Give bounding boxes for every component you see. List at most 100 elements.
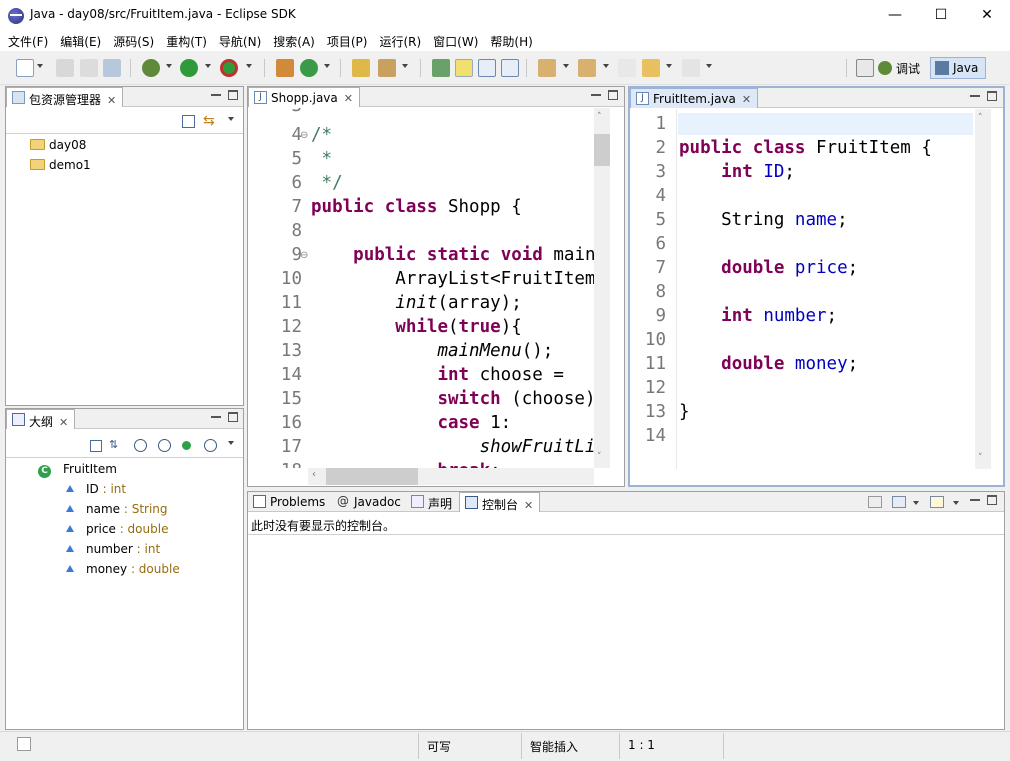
tab-console[interactable]: 控制台 ✕ <box>459 492 541 512</box>
maximize-icon[interactable] <box>608 90 618 100</box>
scroll-thumb[interactable] <box>326 468 418 485</box>
close-tab-icon[interactable]: ✕ <box>524 499 533 512</box>
tab-shopp-java[interactable]: J Shopp.java ✕ <box>248 87 360 107</box>
close-tab-icon[interactable]: ✕ <box>107 94 116 107</box>
menu-search[interactable]: 搜索(A) <box>267 31 321 51</box>
run-coverage-icon[interactable] <box>220 59 238 77</box>
tab-declaration[interactable]: 声明 <box>406 492 458 512</box>
horizontal-scrollbar[interactable]: ‹ <box>308 468 594 485</box>
menu-run[interactable]: 运行(R) <box>373 31 427 51</box>
menu-window[interactable]: 窗口(W) <box>427 31 484 51</box>
back-icon[interactable] <box>642 59 660 77</box>
next-annotation-dropdown-icon[interactable] <box>563 64 569 68</box>
project-demo1[interactable]: demo1 <box>30 158 91 172</box>
maximize-icon[interactable] <box>228 412 238 422</box>
scroll-down-icon[interactable]: ˅ <box>978 453 983 463</box>
sort-icon[interactable]: ⇅ <box>109 438 118 451</box>
menu-file[interactable]: 文件(F) <box>2 31 54 51</box>
scroll-left-icon[interactable]: ‹ <box>312 469 316 480</box>
new-java-package-icon[interactable] <box>276 59 294 77</box>
toggle-breadcrumb-icon[interactable] <box>432 59 450 77</box>
tab-fruititem-java[interactable]: J FruitItem.java ✕ <box>630 88 759 108</box>
view-menu-icon[interactable] <box>228 441 234 445</box>
back-dropdown-icon[interactable] <box>666 64 672 68</box>
minimize-button[interactable]: — <box>872 0 918 31</box>
menu-help[interactable]: 帮助(H) <box>484 31 538 51</box>
forward-dropdown-icon[interactable] <box>706 64 712 68</box>
tab-javadoc[interactable]: @ Javadoc <box>332 492 407 512</box>
next-annotation-icon[interactable] <box>538 59 556 77</box>
search-dropdown-icon[interactable] <box>402 64 408 68</box>
project-day08[interactable]: day08 <box>30 138 86 152</box>
outline-class-fruititem[interactable]: C FruitItem <box>38 462 117 478</box>
previous-annotation-dropdown-icon[interactable] <box>603 64 609 68</box>
new-icon[interactable] <box>16 59 34 77</box>
mark-occurrences-icon[interactable] <box>455 59 473 77</box>
forward-icon[interactable] <box>682 59 700 77</box>
save-icon[interactable] <box>56 59 74 77</box>
tab-problems[interactable]: Problems <box>248 492 331 512</box>
vertical-scrollbar[interactable]: ˄ ˅ <box>594 108 610 468</box>
scroll-thumb[interactable] <box>594 134 610 166</box>
coverage-dropdown-icon[interactable] <box>246 64 252 68</box>
new-dropdown-icon[interactable] <box>37 64 43 68</box>
close-tab-icon[interactable]: ✕ <box>344 92 353 105</box>
hide-non-public-icon[interactable] <box>182 441 191 450</box>
menu-refactor[interactable]: 重构(T) <box>160 31 213 51</box>
debug-perspective-button[interactable]: 调试 <box>878 59 920 77</box>
minimize-icon[interactable] <box>211 90 221 96</box>
collapse-all-icon[interactable] <box>90 440 102 452</box>
fold-icon[interactable]: ⊖ <box>300 250 308 261</box>
fold-icon[interactable]: ⊖ <box>300 130 308 141</box>
scroll-down-icon[interactable]: ˅ <box>597 452 602 462</box>
save-all-icon[interactable] <box>80 59 98 77</box>
show-whitespace-icon[interactable] <box>501 59 519 77</box>
outline-field[interactable]: ID : int <box>66 482 126 496</box>
maximize-button[interactable]: ☐ <box>918 0 964 31</box>
open-console-dropdown-icon[interactable] <box>953 501 959 505</box>
minimize-icon[interactable] <box>591 90 601 96</box>
menu-source[interactable]: 源码(S) <box>107 31 160 51</box>
display-console-icon[interactable] <box>892 496 906 508</box>
debug-dropdown-icon[interactable] <box>166 64 172 68</box>
hide-fields-icon[interactable] <box>134 439 147 452</box>
minimize-icon[interactable] <box>211 412 221 418</box>
minimize-icon[interactable] <box>970 91 980 97</box>
view-menu-icon[interactable] <box>228 117 234 121</box>
hide-static-icon[interactable] <box>158 439 171 452</box>
scroll-up-icon[interactable]: ˄ <box>978 113 983 123</box>
link-with-editor-icon[interactable]: ⇆ <box>203 114 218 129</box>
close-tab-icon[interactable]: ✕ <box>742 93 751 106</box>
print-icon[interactable] <box>103 59 121 77</box>
vertical-scrollbar[interactable]: ˄ ˅ <box>973 109 1003 485</box>
scroll-up-icon[interactable]: ˄ <box>597 112 602 122</box>
close-tab-icon[interactable]: ✕ <box>59 416 68 429</box>
new-java-class-icon[interactable] <box>300 59 318 77</box>
scroll-track[interactable] <box>975 109 991 469</box>
fruititem-code-area[interactable]: 1 2 3 4 5 6 7 8 9 10 11 12 13 14 public … <box>630 109 973 469</box>
tab-outline[interactable]: 大纲 ✕ <box>6 409 76 429</box>
minimize-icon[interactable] <box>970 495 980 501</box>
display-console-dropdown-icon[interactable] <box>913 501 919 505</box>
run-icon[interactable] <box>180 59 198 77</box>
outline-field[interactable]: price : double <box>66 522 168 536</box>
java-perspective-button[interactable]: Java <box>930 57 986 79</box>
outline-field[interactable]: number : int <box>66 542 160 556</box>
maximize-icon[interactable] <box>228 90 238 100</box>
debug-icon[interactable] <box>142 59 160 77</box>
fast-view-icon[interactable] <box>17 737 31 751</box>
menu-edit[interactable]: 编辑(E) <box>54 31 107 51</box>
collapse-all-icon[interactable] <box>182 115 195 128</box>
run-dropdown-icon[interactable] <box>205 64 211 68</box>
new-class-dropdown-icon[interactable] <box>324 64 330 68</box>
search-icon[interactable] <box>378 59 396 77</box>
menu-navigate[interactable]: 导航(N) <box>213 31 267 51</box>
tab-package-explorer[interactable]: 包资源管理器 ✕ <box>6 87 124 107</box>
previous-annotation-icon[interactable] <box>578 59 596 77</box>
hide-local-types-icon[interactable] <box>204 439 217 452</box>
outline-field[interactable]: money : double <box>66 562 180 576</box>
open-perspective-icon[interactable] <box>856 59 874 77</box>
block-selection-icon[interactable] <box>478 59 496 77</box>
open-type-icon[interactable] <box>352 59 370 77</box>
menu-project[interactable]: 项目(P) <box>321 31 374 51</box>
